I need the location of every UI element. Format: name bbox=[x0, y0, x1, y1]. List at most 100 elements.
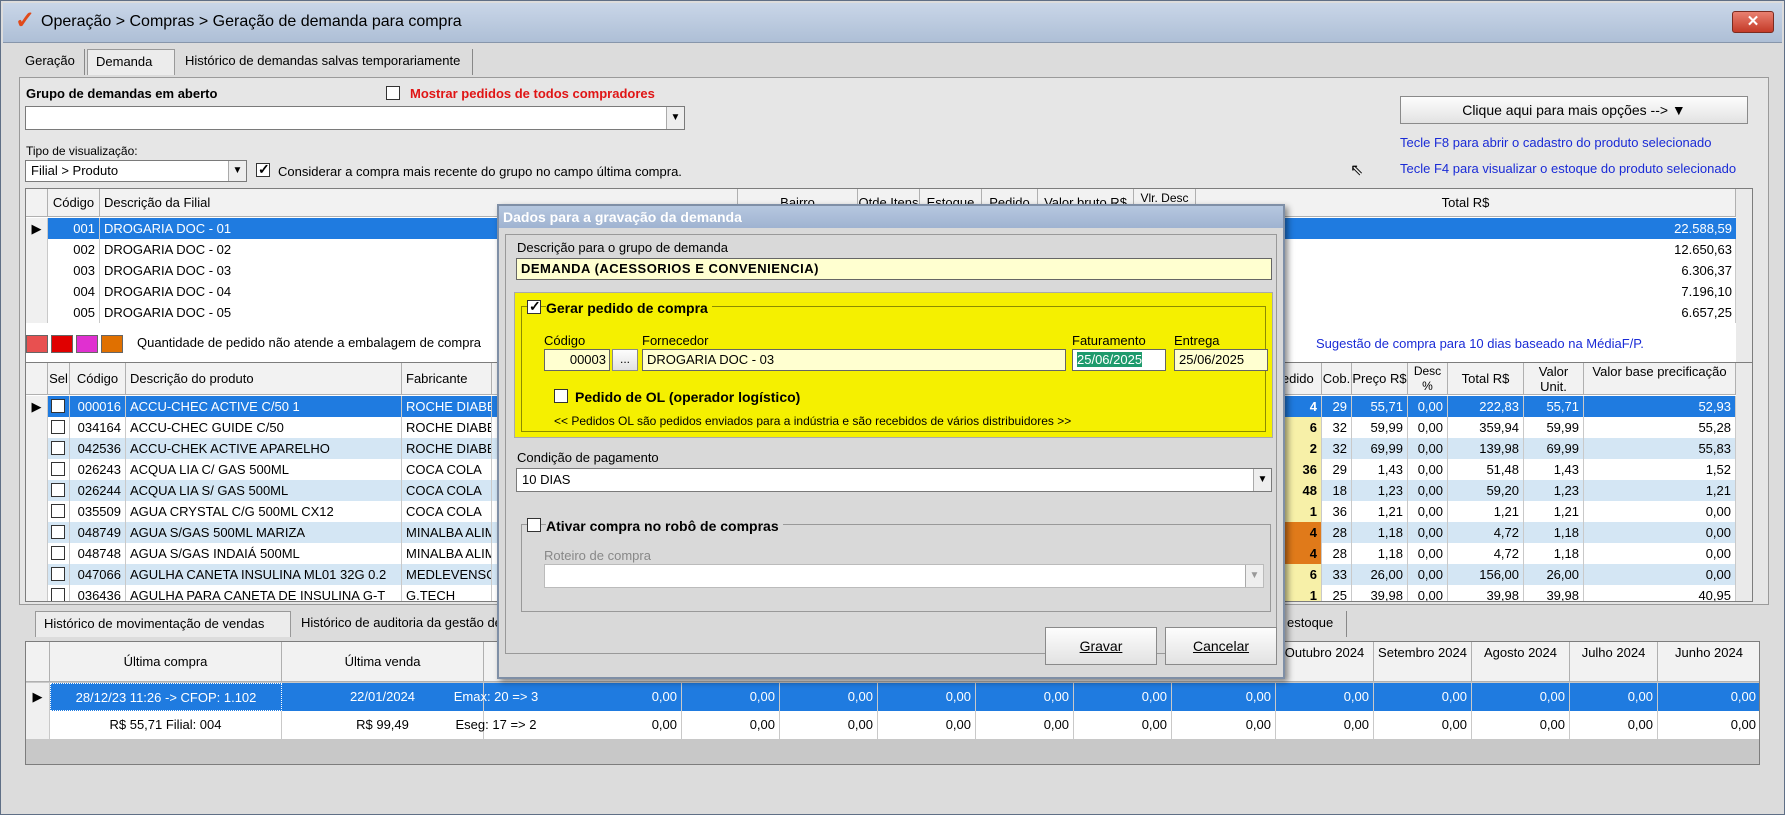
more-options-label: Clique aqui para mais opções --> bbox=[1462, 102, 1669, 118]
product-code: 034164 bbox=[70, 417, 126, 438]
row-select-checkbox[interactable] bbox=[51, 588, 65, 601]
history-month-value: 0,00 bbox=[584, 683, 682, 711]
product-base: 1,21 bbox=[1584, 480, 1736, 501]
tab-historico-demandas[interactable]: Histórico de demandas salvas temporariam… bbox=[177, 49, 473, 75]
roteiro-combo[interactable]: ▼ bbox=[544, 564, 1264, 588]
cond-pagamento-combo[interactable]: 10 DIAS ▼ bbox=[516, 468, 1272, 492]
row-select[interactable] bbox=[48, 480, 70, 501]
tab-demanda[interactable]: Demanda bbox=[87, 49, 175, 75]
view-type-combo[interactable]: Filial > Produto ▼ bbox=[25, 160, 247, 182]
history-compra: R$ 55,71 Filial: 004 bbox=[50, 711, 282, 739]
gerar-pedido-checkbox[interactable] bbox=[527, 298, 541, 315]
robo-checkbox[interactable] bbox=[527, 518, 541, 532]
history-month-value: 0,00 bbox=[682, 683, 780, 711]
row-select[interactable] bbox=[48, 396, 70, 417]
tab-geracao[interactable]: Geração bbox=[17, 49, 85, 75]
legend-swatch-3 bbox=[76, 335, 98, 353]
product-preco: 1,43 bbox=[1352, 459, 1408, 480]
row-select-checkbox[interactable] bbox=[51, 546, 65, 560]
product-cob: 25 bbox=[1322, 585, 1352, 601]
product-code: 035509 bbox=[70, 501, 126, 522]
faturamento-input[interactable]: 25/06/2025 bbox=[1072, 349, 1166, 371]
legend-swatch-4 bbox=[101, 335, 123, 353]
product-maker: COCA COLA bbox=[402, 459, 492, 480]
row-select-checkbox[interactable] bbox=[51, 525, 65, 539]
entrega-input[interactable]: 25/06/2025 bbox=[1174, 349, 1268, 371]
product-desc-pct: 0,00 bbox=[1408, 480, 1448, 501]
consider-label: Considerar a compra mais recente do grup… bbox=[278, 164, 682, 179]
window-title: Operação > Compras > Geração de demanda … bbox=[41, 13, 462, 30]
row-select-checkbox[interactable] bbox=[51, 567, 65, 581]
history-month-value: 0,00 bbox=[780, 711, 878, 739]
show-all-label: Mostrar pedidos de todos compradores bbox=[410, 86, 655, 101]
search-supplier-button[interactable]: ... bbox=[612, 349, 638, 371]
row-indicator bbox=[26, 438, 48, 459]
hint-f8: Tecle F8 para abrir o cadastro do produt… bbox=[1400, 135, 1712, 150]
tab-historico-vendas[interactable]: Histórico de movimentação de vendas bbox=[35, 611, 291, 637]
faturamento-label: Faturamento bbox=[1072, 333, 1146, 348]
row-select[interactable] bbox=[48, 501, 70, 522]
show-all-checkbox[interactable] bbox=[386, 86, 400, 100]
grid-corner bbox=[26, 189, 48, 217]
gravar-button[interactable]: Gravar bbox=[1045, 627, 1157, 665]
tab-estoque[interactable]: estoque bbox=[1279, 611, 1347, 637]
desc-input[interactable]: DEMANDA (ACESSORIOS E CONVENIENCIA) bbox=[516, 258, 1272, 280]
product-desc-pct: 0,00 bbox=[1408, 438, 1448, 459]
product-maker: ROCHE DIABE bbox=[402, 438, 492, 459]
product-unit: 1,43 bbox=[1524, 459, 1584, 480]
row-select-checkbox[interactable] bbox=[51, 504, 65, 518]
row-select[interactable] bbox=[48, 543, 70, 564]
pedido-ol-checkbox[interactable] bbox=[554, 389, 568, 403]
row-indicator: ▶ bbox=[26, 683, 50, 711]
product-base: 55,83 bbox=[1584, 438, 1736, 459]
product-preco: 1,18 bbox=[1352, 543, 1408, 564]
row-select-checkbox[interactable] bbox=[51, 441, 65, 455]
row-select[interactable] bbox=[48, 522, 70, 543]
gravar-label: Gravar bbox=[1079, 638, 1123, 654]
product-preco: 1,21 bbox=[1352, 501, 1408, 522]
product-desc: AGULHA CANETA INSULINA ML01 32G 0.2 bbox=[126, 564, 402, 585]
history-row[interactable]: R$ 55,71 Filial: 004 R$ 99,49 Eseg: 17 => … bbox=[26, 711, 1759, 739]
history-month-value: 0,00 bbox=[878, 683, 976, 711]
fornecedor-input[interactable]: DROGARIA DOC - 03 bbox=[642, 349, 1066, 371]
col-ultima-venda: Última venda bbox=[282, 642, 484, 682]
codigo-input[interactable]: 00003 bbox=[544, 349, 610, 371]
history-month-value: 0,00 bbox=[1472, 683, 1570, 711]
history-month-value: 0,00 bbox=[780, 683, 878, 711]
row-select[interactable] bbox=[48, 459, 70, 480]
product-total: 156,00 bbox=[1448, 564, 1524, 585]
row-select[interactable] bbox=[48, 585, 70, 601]
row-select-checkbox[interactable] bbox=[51, 420, 65, 434]
history-row[interactable]: ▶ 28/12/23 11:26 -> CFOP: 1.102 22/01/2024… bbox=[26, 683, 1759, 711]
row-select[interactable] bbox=[48, 438, 70, 459]
more-options-button[interactable]: Clique aqui para mais opções --> ▼ bbox=[1400, 96, 1748, 124]
product-code: 048749 bbox=[70, 522, 126, 543]
product-unit: 26,00 bbox=[1524, 564, 1584, 585]
row-select[interactable] bbox=[48, 417, 70, 438]
group-combo[interactable]: ▼ bbox=[25, 106, 685, 130]
close-button[interactable]: ✕ bbox=[1732, 11, 1774, 33]
products-scrollbar[interactable] bbox=[1736, 363, 1752, 601]
entrega-label: Entrega bbox=[1174, 333, 1220, 348]
cancelar-button[interactable]: Cancelar bbox=[1165, 627, 1277, 665]
product-base: 52,93 bbox=[1584, 396, 1736, 417]
grid-corner bbox=[26, 642, 50, 682]
product-desc-pct: 0,00 bbox=[1408, 543, 1448, 564]
history-month-value: 0,00 bbox=[1374, 683, 1472, 711]
branch-code: 002 bbox=[48, 239, 100, 260]
col-agosto: Agosto 2024 bbox=[1472, 642, 1570, 682]
consider-checkbox[interactable] bbox=[256, 161, 270, 178]
history-month-value: 0,00 bbox=[682, 711, 780, 739]
product-maker: MEDLEVENSO bbox=[402, 564, 492, 585]
row-select-checkbox[interactable] bbox=[51, 483, 65, 497]
product-desc: AGUA CRYSTAL C/G 500ML CX12 bbox=[126, 501, 402, 522]
history-month-value: 0,00 bbox=[1374, 711, 1472, 739]
product-cob: 28 bbox=[1322, 543, 1352, 564]
row-select-checkbox[interactable] bbox=[51, 399, 65, 413]
tab-historico-auditoria[interactable]: Histórico de auditoria da gestão de es bbox=[293, 611, 529, 637]
row-select-checkbox[interactable] bbox=[51, 462, 65, 476]
row-select[interactable] bbox=[48, 564, 70, 585]
row-indicator bbox=[26, 239, 48, 260]
product-desc-pct: 0,00 bbox=[1408, 396, 1448, 417]
robo-label: Ativar compra no robô de compras bbox=[546, 518, 783, 534]
